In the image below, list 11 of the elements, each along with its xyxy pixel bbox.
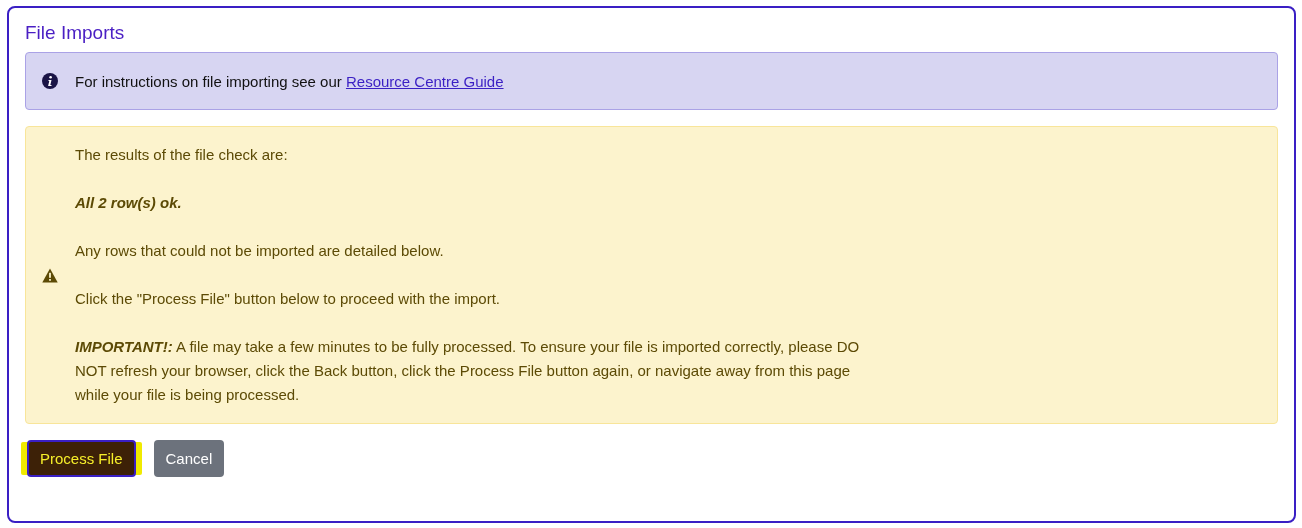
guide-link[interactable]: Resource Centre Guide <box>345 72 504 90</box>
info-icon <box>42 73 58 89</box>
warning-text: All 2 row(s) ok. <box>75 193 183 213</box>
info-message: For instructions on file importing see our Resource Centre Guide <box>75 72 504 90</box>
warning-text: Click the "Process File" button below to proceed with the import. <box>75 289 501 309</box>
warning-icon <box>42 267 58 283</box>
warning-text: Any rows that could not be imported are detailed below. <box>75 241 445 261</box>
panel-title: File Imports <box>25 22 126 44</box>
warning-text: IMPORTANT!: A file may take a few minutes to be fully processed. To ensure your file is imported correctly, please DO NOT refresh your browser, click the Back button, click the Process File button again, or navigate away from this page while your file is being processed. <box>75 337 861 405</box>
cancel-button[interactable]: Cancel <box>153 440 225 477</box>
warning-text: The results of the file check are: <box>75 145 289 165</box>
